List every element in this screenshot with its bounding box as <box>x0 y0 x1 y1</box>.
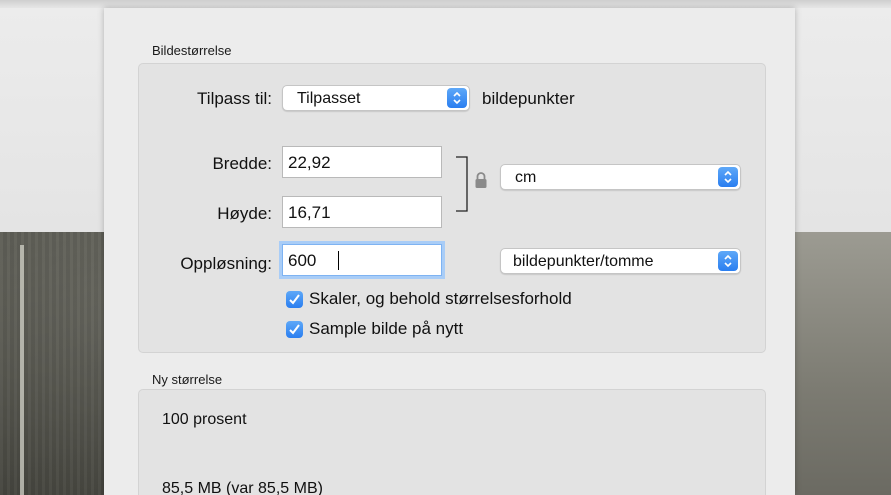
width-label: Bredde: <box>212 154 272 173</box>
checkmark-icon <box>289 294 300 305</box>
lock-icon[interactable] <box>474 171 488 189</box>
resolution-value: 600 <box>288 251 317 270</box>
chevron-updown-icon <box>718 251 738 271</box>
new-size-percent: 100 prosent <box>162 411 247 428</box>
resolution-unit-value: bildepunkter/tomme <box>513 253 654 270</box>
image-size-title: Bildestørrelse <box>152 43 232 58</box>
text-caret <box>338 251 339 270</box>
scale-proportionally-checkbox[interactable] <box>286 291 303 308</box>
resolution-label: Oppløsning: <box>180 254 272 273</box>
height-value: 16,71 <box>288 203 331 222</box>
link-bracket <box>456 156 468 212</box>
image-size-sheet: Bildestørrelse Tilpass til: Tilpasset bi… <box>104 8 795 495</box>
width-value: 22,92 <box>288 153 331 172</box>
fit-to-label: Tilpass til: <box>197 89 272 108</box>
new-size-title: Ny størrelse <box>152 372 223 387</box>
resample-label[interactable]: Sample bilde på nytt <box>309 319 463 339</box>
fit-to-value: Tilpasset <box>297 90 361 107</box>
background-photo-right <box>795 232 891 495</box>
unit-value: cm <box>515 169 537 186</box>
background-photo-pole <box>20 245 24 495</box>
chevron-updown-icon <box>718 167 738 187</box>
toolbar-edge <box>0 0 891 8</box>
new-size-filesize: 85,5 MB (var 85,5 MB) <box>162 480 323 495</box>
checkmark-icon <box>289 324 300 335</box>
height-field[interactable]: 16,71 <box>282 196 442 228</box>
fit-to-suffix: bildepunkter <box>482 89 575 108</box>
resolution-unit-popup[interactable]: bildepunkter/tomme <box>500 248 741 274</box>
width-field[interactable]: 22,92 <box>282 146 442 178</box>
fit-to-popup[interactable]: Tilpasset <box>282 85 470 111</box>
chevron-updown-icon <box>447 88 467 108</box>
resolution-field[interactable]: 600 <box>282 244 442 276</box>
unit-popup[interactable]: cm <box>500 164 741 190</box>
scale-proportionally-label[interactable]: Skaler, og behold størrelsesforhold <box>309 289 572 309</box>
height-label: Høyde: <box>217 204 272 223</box>
resample-checkbox[interactable] <box>286 321 303 338</box>
